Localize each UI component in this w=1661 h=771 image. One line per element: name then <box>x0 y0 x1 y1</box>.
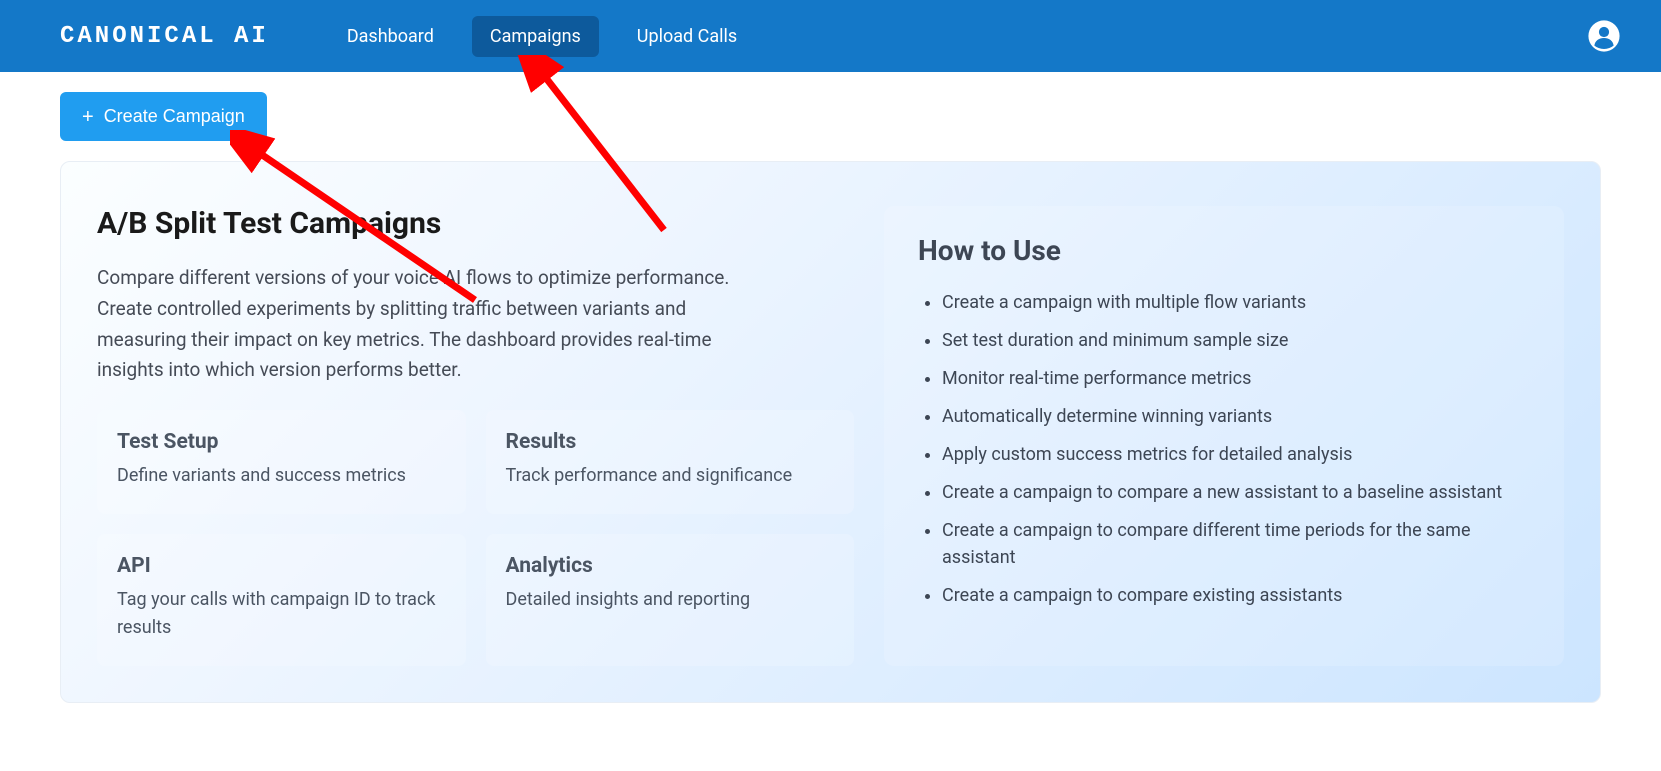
list-item: Create a campaign to compare different t… <box>942 517 1530 571</box>
tile-title: Results <box>506 430 835 454</box>
tile-title: Analytics <box>506 554 835 578</box>
nav-upload-calls[interactable]: Upload Calls <box>619 16 755 57</box>
tile-analytics: Analytics Detailed insights and reportin… <box>486 534 855 666</box>
logo[interactable]: CANONICAL AI <box>60 23 269 50</box>
top-nav: CANONICAL AI Dashboard Campaigns Upload … <box>0 0 1661 72</box>
nav-bar: Dashboard Campaigns Upload Calls <box>329 16 755 57</box>
tile-title: Test Setup <box>117 430 446 454</box>
list-item: Automatically determine winning variants <box>942 403 1530 430</box>
list-item: Set test duration and minimum sample siz… <box>942 327 1530 354</box>
list-item: Create a campaign with multiple flow var… <box>942 289 1530 316</box>
header-left: CANONICAL AI Dashboard Campaigns Upload … <box>60 16 755 57</box>
feature-tiles: Test Setup Define variants and success m… <box>97 410 854 666</box>
tile-text: Detailed insights and reporting <box>506 586 835 614</box>
main-card: A/B Split Test Campaigns Compare differe… <box>60 161 1601 703</box>
tile-test-setup: Test Setup Define variants and success m… <box>97 410 466 514</box>
list-item: Create a campaign to compare a new assis… <box>942 479 1530 506</box>
page-content: + Create Campaign A/B Split Test Campaig… <box>0 72 1661 723</box>
nav-dashboard[interactable]: Dashboard <box>329 16 452 57</box>
tile-api: API Tag your calls with campaign ID to t… <box>97 534 466 666</box>
list-item: Monitor real-time performance metrics <box>942 365 1530 392</box>
tile-text: Tag your calls with campaign ID to track… <box>117 586 446 642</box>
list-item: Apply custom success metrics for detaile… <box>942 441 1530 468</box>
how-to-use-panel: How to Use Create a campaign with multip… <box>884 206 1564 666</box>
nav-campaigns[interactable]: Campaigns <box>472 16 599 57</box>
tile-title: API <box>117 554 446 578</box>
how-to-use-list: Create a campaign with multiple flow var… <box>918 289 1530 609</box>
user-avatar-icon[interactable] <box>1587 19 1621 53</box>
plus-icon: + <box>82 107 94 127</box>
page-title: A/B Split Test Campaigns <box>97 206 854 241</box>
list-item: Create a campaign to compare existing as… <box>942 582 1530 609</box>
tile-text: Track performance and significance <box>506 462 835 490</box>
create-campaign-button[interactable]: + Create Campaign <box>60 92 267 141</box>
page-description: Compare different versions of your voice… <box>97 263 777 386</box>
create-campaign-label: Create Campaign <box>104 106 245 127</box>
left-column: A/B Split Test Campaigns Compare differe… <box>97 206 854 666</box>
how-to-use-title: How to Use <box>918 234 1530 267</box>
tile-results: Results Track performance and significan… <box>486 410 855 514</box>
tile-text: Define variants and success metrics <box>117 462 446 490</box>
